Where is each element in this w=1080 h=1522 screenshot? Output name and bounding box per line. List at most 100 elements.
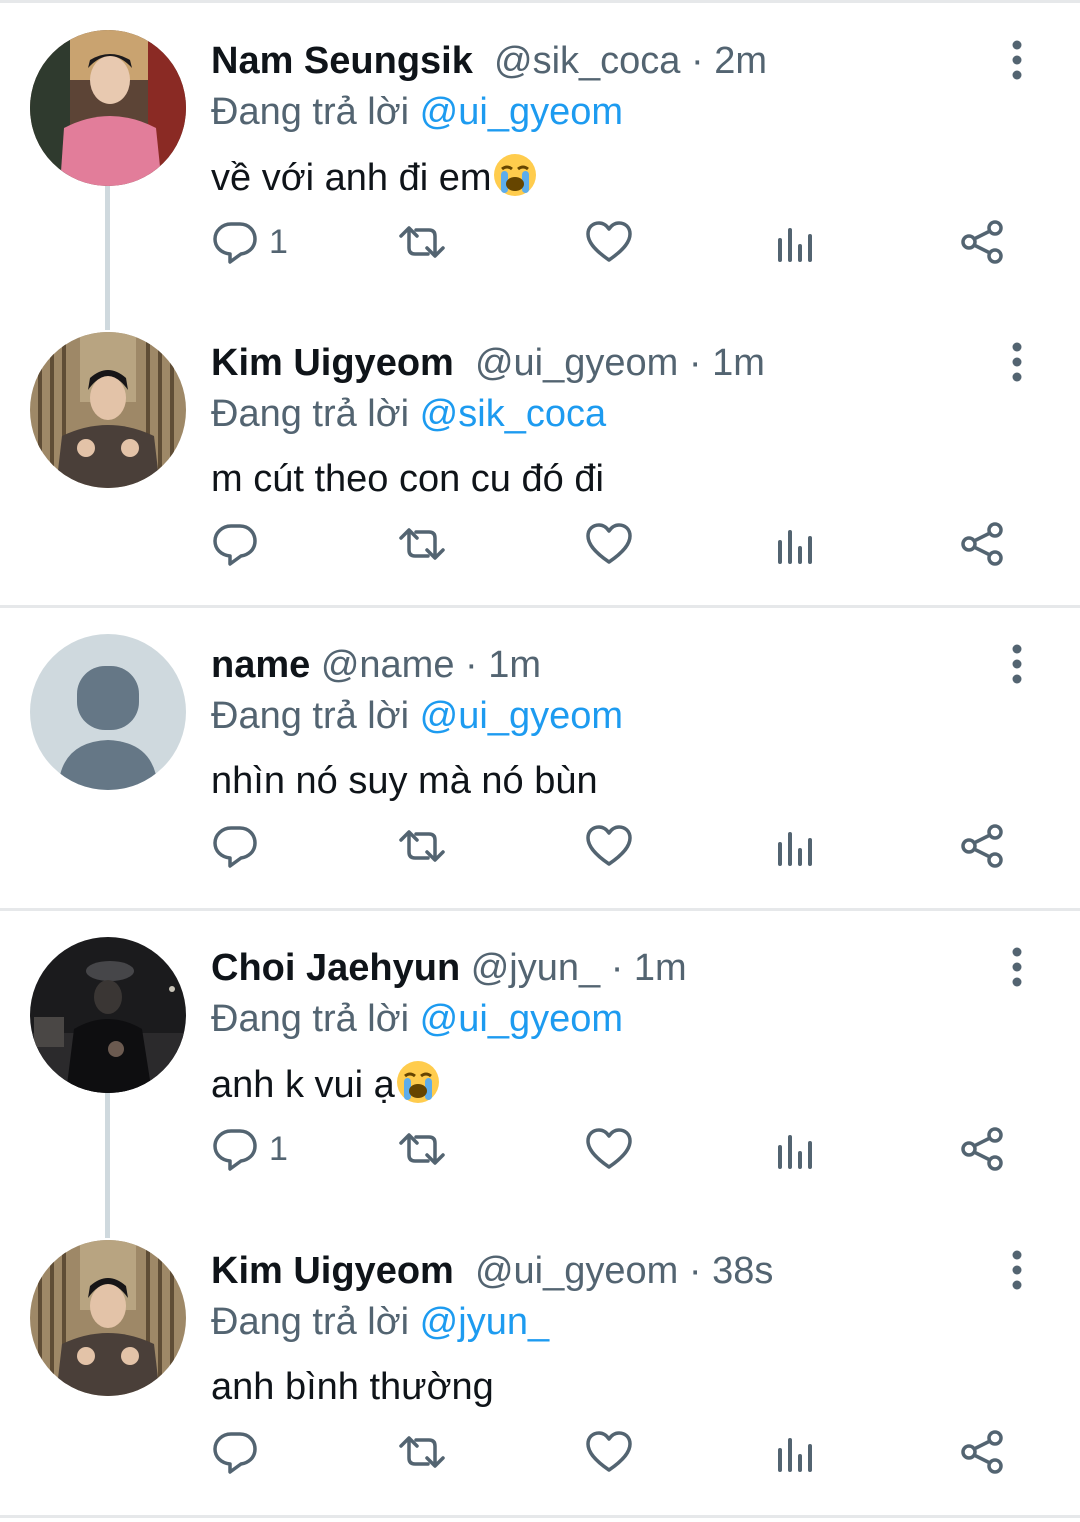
author-name[interactable]: Nam Seungsik	[211, 40, 473, 82]
views-icon	[778, 832, 812, 866]
timestamp[interactable]: 1m	[634, 947, 687, 989]
reply-icon	[213, 222, 257, 264]
author-handle[interactable]: @jyun_	[471, 947, 600, 989]
separator-dot: ·	[465, 644, 478, 686]
tweet-header: Kim Uigyeom @ui_gyeom · 1m	[211, 340, 765, 386]
tweet-header: Choi Jaehyun @jyun_ · 1m	[211, 945, 687, 991]
views-button[interactable]	[772, 514, 820, 574]
views-button[interactable]	[772, 816, 820, 876]
tweet[interactable]: Kim Uigyeom @ui_gyeom · 1m Đang trả lời …	[0, 306, 1080, 608]
reply-mention[interactable]: @jyun_	[420, 1301, 549, 1343]
more-icon[interactable]	[1008, 40, 1026, 80]
tweet-body: nhìn nó suy mà nó bùn	[211, 760, 598, 802]
like-icon	[586, 1431, 632, 1472]
timestamp[interactable]: 1m	[712, 342, 765, 384]
tweet[interactable]: name @name · 1m Đang trả lời @ui_gyeom n…	[0, 608, 1080, 910]
reply-icon	[213, 524, 257, 566]
reply-prefix: Đang trả lời	[211, 1301, 410, 1343]
reply-context: Đang trả lời @ui_gyeom	[211, 996, 623, 1042]
reply-button[interactable]	[211, 1422, 269, 1482]
timestamp[interactable]: 1m	[488, 644, 541, 686]
author-handle[interactable]: @ui_gyeom	[475, 342, 678, 384]
reply-context: Đang trả lời @sik_coca	[211, 391, 606, 437]
reply-icon	[213, 1432, 257, 1474]
reply-button[interactable]	[211, 514, 269, 574]
author-name[interactable]: name	[211, 644, 310, 686]
loudly-crying-face-icon	[396, 1061, 439, 1103]
avatar[interactable]	[30, 937, 186, 1093]
author-handle[interactable]: @name	[321, 644, 455, 686]
more-icon[interactable]	[1008, 1250, 1026, 1290]
like-button[interactable]	[585, 212, 633, 272]
author-name[interactable]: Kim Uigyeom	[211, 342, 454, 384]
separator-dot: ·	[610, 947, 624, 989]
retweet-button[interactable]	[398, 514, 446, 574]
loudly-crying-face-icon	[493, 154, 536, 196]
like-button[interactable]	[585, 514, 633, 574]
more-icon[interactable]	[1008, 644, 1026, 684]
author-name[interactable]: Choi Jaehyun	[211, 947, 460, 989]
tweet[interactable]: Choi Jaehyun @jyun_ · 1m Đang trả lời @u…	[0, 911, 1080, 1213]
tweet-header: Kim Uigyeom @ui_gyeom · 38s	[211, 1248, 773, 1294]
views-icon	[778, 1438, 812, 1472]
tweet-body: anh k vui ạ	[211, 1064, 395, 1106]
retweet-icon	[399, 1133, 445, 1165]
reply-context: Đang trả lời @jyun_	[211, 1299, 549, 1345]
reply-button[interactable]	[211, 816, 269, 876]
reply-mention[interactable]: @ui_gyeom	[420, 695, 623, 737]
tweet[interactable]: Kim Uigyeom @ui_gyeom · 38s Đang trả lời…	[0, 1214, 1080, 1516]
share-icon	[961, 1430, 1003, 1474]
separator-dot: ·	[690, 40, 704, 82]
tweet-actions: 1	[0, 212, 1080, 272]
avatar[interactable]	[30, 1240, 186, 1396]
retweet-icon	[399, 528, 445, 560]
avatar-image	[30, 332, 186, 488]
avatar[interactable]	[30, 332, 186, 488]
views-button[interactable]	[772, 212, 820, 272]
retweet-icon	[399, 1436, 445, 1468]
more-icon[interactable]	[1008, 342, 1026, 382]
retweet-button[interactable]	[398, 1119, 446, 1179]
share-button[interactable]	[958, 212, 1006, 272]
top-divider	[0, 0, 1080, 3]
avatar-image	[30, 1240, 186, 1396]
tweet-text: nhìn nó suy mà nó bùn	[211, 756, 598, 806]
avatar[interactable]	[30, 634, 186, 790]
author-name[interactable]: Kim Uigyeom	[211, 1250, 454, 1292]
author-handle[interactable]: @ui_gyeom	[475, 1250, 678, 1292]
share-button[interactable]	[958, 1422, 1006, 1482]
reply-mention[interactable]: @ui_gyeom	[420, 91, 623, 133]
share-button[interactable]	[958, 514, 1006, 574]
retweet-button[interactable]	[398, 816, 446, 876]
reply-button[interactable]: 1	[211, 1119, 288, 1179]
timestamp[interactable]: 2m	[714, 40, 767, 82]
separator-dot: ·	[688, 1250, 702, 1292]
more-icon[interactable]	[1008, 947, 1026, 987]
share-button[interactable]	[958, 1119, 1006, 1179]
share-button[interactable]	[958, 816, 1006, 876]
like-button[interactable]	[585, 1422, 633, 1482]
views-button[interactable]	[772, 1422, 820, 1482]
author-handle[interactable]: @sik_coca	[494, 40, 680, 82]
reply-mention[interactable]: @ui_gyeom	[420, 998, 623, 1040]
like-icon	[586, 825, 632, 866]
reply-context: Đang trả lời @ui_gyeom	[211, 693, 623, 739]
reply-mention[interactable]: @sik_coca	[420, 393, 606, 435]
reply-icon	[213, 826, 257, 868]
like-button[interactable]	[585, 816, 633, 876]
tweet-header: Nam Seungsik @sik_coca · 2m	[211, 38, 767, 84]
separator-dot: ·	[688, 342, 702, 384]
share-icon	[961, 1127, 1003, 1171]
reply-prefix: Đang trả lời	[211, 695, 410, 737]
timestamp[interactable]: 38s	[712, 1250, 773, 1292]
like-icon	[586, 523, 632, 564]
tweet-actions	[0, 816, 1080, 876]
reply-button[interactable]: 1	[211, 212, 288, 272]
retweet-button[interactable]	[398, 1422, 446, 1482]
like-button[interactable]	[585, 1119, 633, 1179]
retweet-button[interactable]	[398, 212, 446, 272]
avatar[interactable]	[30, 30, 186, 186]
tweet[interactable]: Nam Seungsik @sik_coca · 2m Đang trả lời…	[0, 4, 1080, 306]
tweet-body: anh bình thường	[211, 1366, 494, 1408]
views-button[interactable]	[772, 1119, 820, 1179]
